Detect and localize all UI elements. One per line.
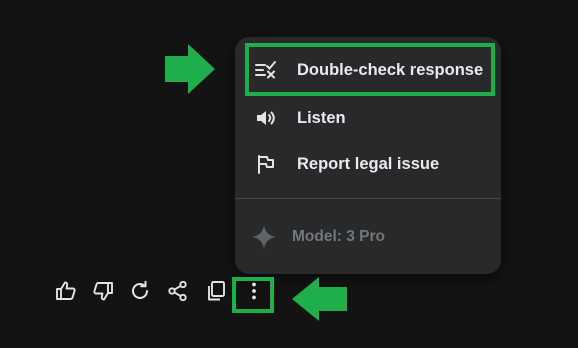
sparkle-icon [251,224,277,250]
model-label: Model: 3 Pro [292,228,386,245]
share-icon [167,280,189,307]
share-button[interactable] [165,280,191,306]
more-options-button[interactable] [241,280,267,306]
arrow-left-annotation [291,276,349,327]
report-legal-issue-item[interactable]: Report legal issue [235,141,501,187]
thumbs-up-button[interactable] [53,280,79,306]
more-options-icon [243,280,265,307]
speaker-icon [255,107,277,129]
copy-button[interactable] [203,280,229,306]
listen-label: Listen [297,108,346,127]
arrow-right-annotation [163,43,217,100]
thumbs-down-icon [92,280,114,307]
double-check-response-item[interactable]: Double-check response [235,47,501,93]
menu-divider [235,198,501,199]
thumbs-down-button[interactable] [90,280,116,306]
regenerate-button[interactable] [127,280,153,306]
listen-item[interactable]: Listen [235,95,501,141]
model-info: Model: 3 Pro [251,222,385,252]
copy-icon [205,280,227,307]
double-check-response-label: Double-check response [297,60,484,79]
more-options-menu: Double-check response Listen Report lega… [235,37,501,274]
regenerate-icon [129,280,151,307]
flag-icon [255,153,277,175]
report-legal-issue-label: Report legal issue [297,154,440,173]
thumbs-up-icon [55,280,77,307]
double-check-icon [255,59,277,81]
